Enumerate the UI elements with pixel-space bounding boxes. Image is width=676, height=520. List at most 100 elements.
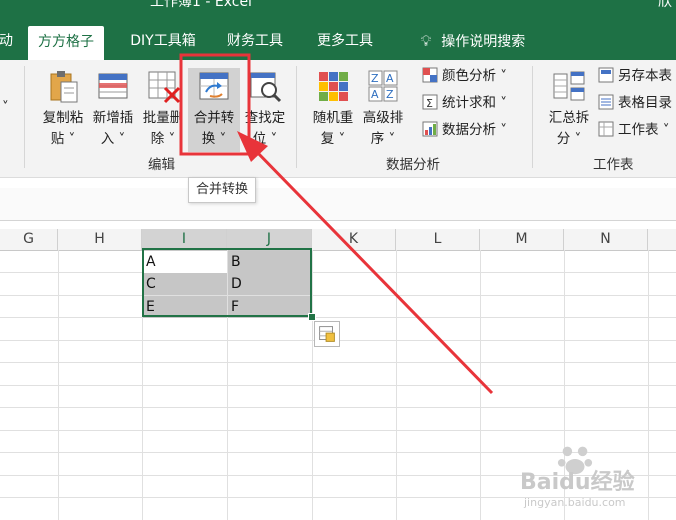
ribbon-tab-bar: 动 方方格子 DIY工具箱 财务工具 更多工具 💡︎ 操作说明搜索 bbox=[0, 22, 676, 60]
stats-sum-label: 统计求和 ˅ bbox=[442, 95, 508, 111]
worksheet-label: 工作表 ˅ bbox=[618, 122, 670, 138]
random-grid-icon bbox=[319, 72, 348, 101]
advanced-sort-label-2: 序 ˅ bbox=[370, 131, 396, 147]
group-separator bbox=[296, 66, 297, 168]
svg-text:Σ: Σ bbox=[426, 97, 433, 110]
find-locate-label-1: 查找定 bbox=[244, 110, 286, 126]
quick-analysis-icon bbox=[319, 326, 335, 342]
column-header-n[interactable]: N bbox=[564, 229, 648, 250]
svg-text:Z: Z bbox=[386, 88, 394, 101]
stats-sum-menu[interactable]: Σ 统计求和 ˅ bbox=[422, 92, 507, 114]
grid-line bbox=[0, 430, 676, 431]
group-separator bbox=[24, 66, 25, 168]
worksheet-icon bbox=[598, 121, 614, 137]
grid-line bbox=[0, 272, 676, 273]
table-directory-menu[interactable]: 表格目录 bbox=[598, 92, 672, 114]
summary-split-label-1: 汇总拆 bbox=[548, 110, 590, 126]
summary-split-icon bbox=[553, 71, 585, 101]
find-locate-button[interactable]: 查找定位 ˅ bbox=[240, 68, 290, 152]
save-sheet-icon bbox=[598, 67, 614, 83]
tab-diy-toolbox[interactable]: DIY工具箱 bbox=[120, 22, 206, 60]
window-title: 工作簿1 - Excel bbox=[150, 0, 252, 10]
column-header-k[interactable]: K bbox=[312, 229, 396, 250]
color-analysis-label: 颜色分析 ˅ bbox=[442, 68, 508, 84]
column-header-g[interactable]: G bbox=[0, 229, 58, 250]
watermark-brand: Baidu经验 bbox=[520, 470, 635, 495]
color-analysis-menu[interactable]: 颜色分析 ˅ bbox=[422, 65, 507, 87]
find-magnifier-icon bbox=[250, 72, 282, 103]
directory-icon bbox=[598, 94, 614, 110]
find-locate-label-2: 位 ˅ bbox=[252, 131, 278, 147]
clipboard-icon bbox=[50, 71, 78, 103]
batch-delete-button[interactable]: 批量删除 ˅ bbox=[138, 68, 188, 152]
column-headers: G H I J K L M N bbox=[0, 229, 676, 251]
advanced-sort-button[interactable]: Z A A Z 高级排序 ˅ bbox=[358, 68, 408, 152]
random-repeat-label-2: 复 ˅ bbox=[320, 131, 346, 147]
color-grid-icon bbox=[422, 67, 438, 83]
insert-label-1: 新增插 bbox=[92, 110, 134, 126]
account-name[interactable]: 欣 bbox=[658, 0, 672, 11]
tell-me-label: 操作说明搜索 bbox=[441, 34, 526, 50]
watermark-url: jingyan.baidu.com bbox=[524, 496, 626, 509]
quick-analysis-button[interactable] bbox=[314, 321, 340, 347]
sort-az-icon: Z A A Z bbox=[368, 70, 398, 102]
data-chart-icon bbox=[422, 121, 438, 137]
column-header-m[interactable]: M bbox=[480, 229, 564, 250]
data-analysis-label: 数据分析 ˅ bbox=[442, 122, 508, 138]
svg-text:A: A bbox=[371, 88, 379, 101]
grid-line bbox=[0, 385, 676, 386]
title-bar: 工作簿1 - Excel 欣 bbox=[0, 0, 676, 22]
tab-finance-tools[interactable]: 财务工具 bbox=[220, 22, 290, 60]
merge-convert-label-1: 合并转 bbox=[193, 110, 235, 126]
summary-split-button[interactable]: 汇总拆分 ˅ bbox=[544, 68, 594, 152]
delete-grid-icon bbox=[148, 71, 181, 104]
batch-delete-label-1: 批量删 bbox=[142, 110, 184, 126]
formula-bar[interactable] bbox=[0, 188, 676, 221]
insert-label-2: 入 ˅ bbox=[100, 131, 126, 147]
save-this-sheet-menu[interactable]: 另存本表 bbox=[598, 65, 672, 87]
selection-border bbox=[142, 248, 312, 317]
table-directory-label: 表格目录 bbox=[618, 95, 672, 111]
grid-line bbox=[0, 362, 676, 363]
column-header-j[interactable]: J bbox=[227, 229, 312, 250]
insert-row-icon bbox=[98, 73, 128, 99]
batch-delete-label-2: 除 ˅ bbox=[150, 131, 176, 147]
tell-me-search[interactable]: 💡︎ 操作说明搜索 bbox=[408, 22, 538, 60]
merge-convert-label-2: 换 ˅ bbox=[201, 131, 227, 147]
ribbon-panel: ˅ 复制粘贴 ˅ 新增插入 ˅ 批量删 除 ˅ 合并转 换 ˅ 查找定 位 ˅ … bbox=[0, 60, 676, 178]
collapsed-group-dropdown[interactable]: ˅ bbox=[2, 96, 9, 118]
tab-fangfang-gezi[interactable]: 方方格子 bbox=[28, 26, 104, 60]
merge-convert-button[interactable]: 合并转换 ˅ bbox=[188, 68, 240, 152]
summary-split-label-2: 分 ˅ bbox=[556, 131, 582, 147]
baidu-watermark: Baidu经验 jingyan.baidu.com bbox=[520, 440, 670, 514]
sheet-group-label: 工作表 bbox=[593, 157, 634, 173]
lightbulb-icon: 💡︎ bbox=[420, 32, 432, 50]
advanced-sort-label-1: 高级排 bbox=[362, 110, 404, 126]
tab-partial[interactable]: 动 bbox=[0, 22, 14, 60]
data-analysis-menu[interactable]: 数据分析 ˅ bbox=[422, 119, 507, 141]
sum-icon: Σ bbox=[422, 94, 438, 110]
copy-paste-label-1: 复制粘 bbox=[42, 110, 84, 126]
column-header-i[interactable]: I bbox=[142, 229, 227, 250]
insert-new-button[interactable]: 新增插入 ˅ bbox=[88, 68, 138, 152]
fill-handle[interactable] bbox=[308, 313, 316, 321]
tab-more-tools[interactable]: 更多工具 bbox=[310, 22, 380, 60]
svg-text:A: A bbox=[386, 72, 394, 85]
merge-convert-tooltip: 合并转换 bbox=[188, 177, 256, 203]
copy-paste-label-2: 贴 ˅ bbox=[50, 131, 76, 147]
svg-text:Z: Z bbox=[371, 72, 379, 85]
random-repeat-label-1: 随机重 bbox=[312, 110, 354, 126]
merge-convert-icon bbox=[199, 72, 229, 100]
worksheet-menu[interactable]: 工作表 ˅ bbox=[598, 119, 670, 141]
random-repeat-button[interactable]: 随机重复 ˅ bbox=[308, 68, 358, 152]
data-group-label: 数据分析 bbox=[386, 157, 440, 173]
grid-line bbox=[0, 407, 676, 408]
column-header-h[interactable]: H bbox=[58, 229, 142, 250]
edit-group-label: 编辑 bbox=[148, 157, 175, 173]
group-separator bbox=[532, 66, 533, 168]
column-header-l[interactable]: L bbox=[396, 229, 480, 250]
grid-line bbox=[0, 295, 676, 296]
copy-paste-button[interactable]: 复制粘贴 ˅ bbox=[38, 68, 88, 152]
grid-line bbox=[0, 317, 676, 318]
save-this-sheet-label: 另存本表 bbox=[618, 68, 672, 84]
